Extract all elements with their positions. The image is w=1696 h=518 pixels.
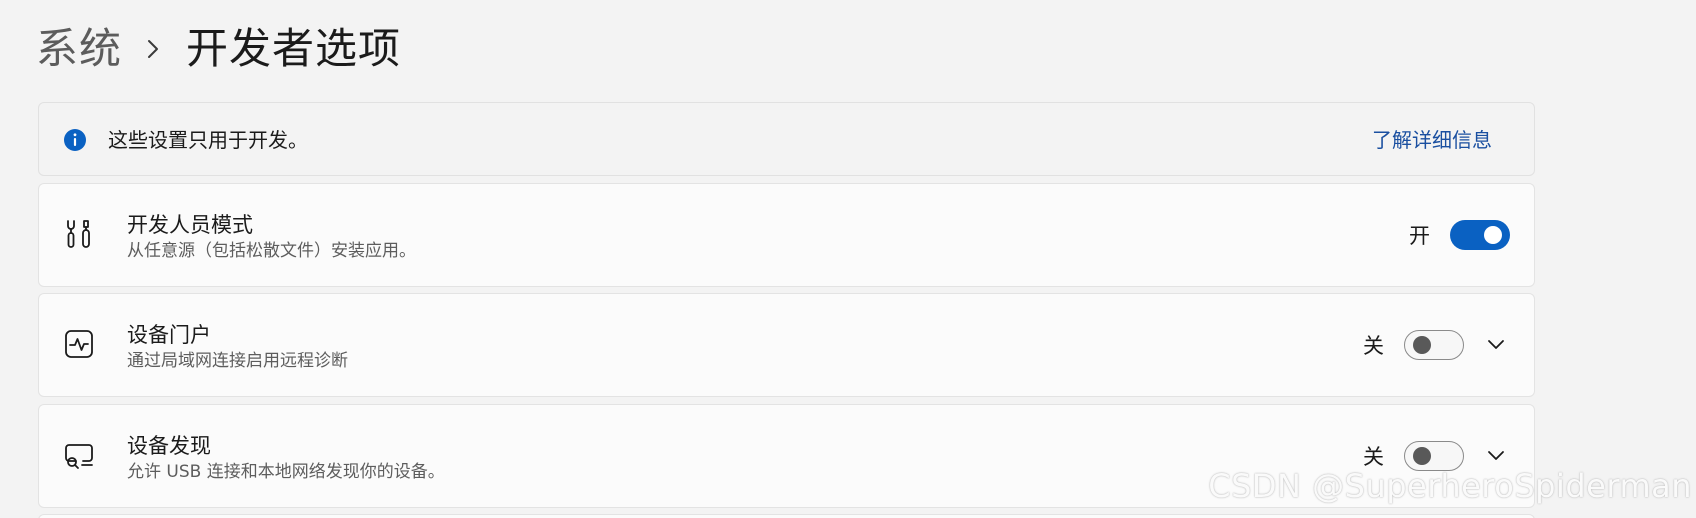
learn-more-link[interactable]: 了解详细信息	[1372, 127, 1492, 153]
toggle-knob	[1484, 226, 1502, 244]
toggle-group: 关	[1363, 328, 1464, 362]
toggle-knob	[1413, 447, 1431, 465]
setting-title: 开发人员模式	[127, 213, 253, 237]
activity-icon	[63, 328, 95, 360]
info-icon	[63, 128, 87, 152]
watermark: CSDN @SuperheroSpiderman	[1208, 467, 1692, 505]
developer-options-page: 系统 开发者选项 这些设置只用于开发。 了解详细信息 开发人员模式 从任意源（包…	[0, 0, 1696, 518]
chevron-down-icon[interactable]	[1484, 443, 1508, 467]
device-search-icon	[63, 439, 95, 471]
tools-icon	[63, 218, 95, 250]
info-bar: 这些设置只用于开发。 了解详细信息	[38, 102, 1535, 176]
chevron-right-icon	[146, 38, 160, 60]
developer-mode-toggle[interactable]	[1450, 220, 1510, 250]
device-portal-toggle[interactable]	[1404, 330, 1464, 360]
toggle-knob	[1413, 336, 1431, 354]
page-title: 开发者选项	[186, 24, 402, 73]
info-text: 这些设置只用于开发。	[108, 128, 308, 152]
breadcrumb-parent[interactable]: 系统	[36, 28, 122, 70]
breadcrumb: 系统 开发者选项	[36, 14, 401, 84]
setting-description: 通过局域网连接启用远程诊断	[127, 351, 348, 371]
setting-device-portal[interactable]: 设备门户 通过局域网连接启用远程诊断 关	[38, 293, 1535, 397]
setting-description: 从任意源（包括松散文件）安装应用。	[127, 241, 416, 261]
toggle-state-label: 开	[1409, 224, 1430, 248]
setting-title: 设备门户	[127, 323, 211, 347]
toggle-state-label: 关	[1363, 334, 1384, 358]
setting-title: 设备发现	[127, 434, 211, 458]
setting-developer-mode: 开发人员模式 从任意源（包括松散文件）安装应用。 开	[38, 183, 1535, 287]
next-setting-card	[38, 514, 1535, 518]
toggle-group: 开	[1409, 218, 1510, 252]
chevron-down-icon[interactable]	[1484, 332, 1508, 356]
setting-description: 允许 USB 连接和本地网络发现你的设备。	[127, 462, 445, 482]
